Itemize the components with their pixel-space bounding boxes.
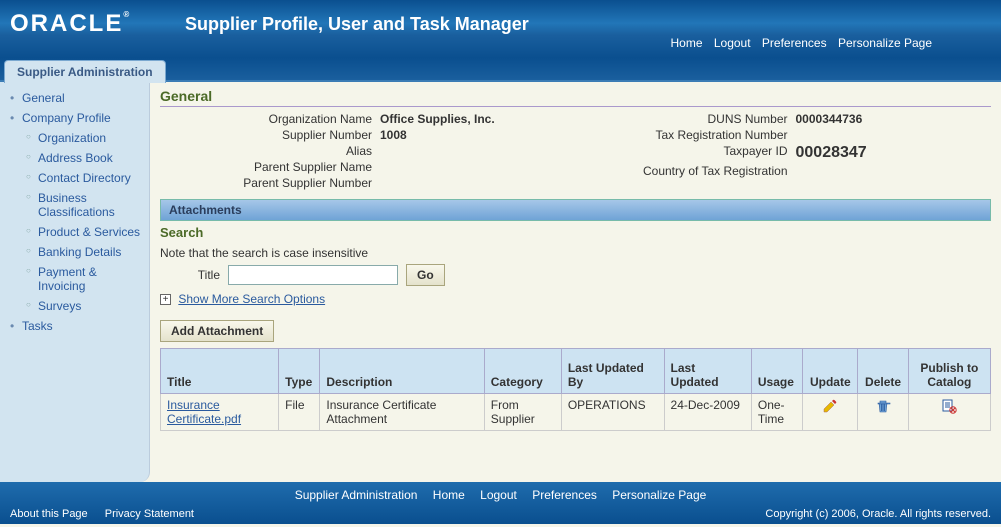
tab-supplier-administration[interactable]: Supplier Administration bbox=[4, 60, 166, 83]
label-parent-supplier-name: Parent Supplier Name bbox=[160, 160, 380, 174]
attachment-category: From Supplier bbox=[484, 394, 561, 431]
global-links: Home Logout Preferences Personalize Page bbox=[666, 36, 936, 50]
link-logout[interactable]: Logout bbox=[714, 36, 751, 50]
footer-link-home[interactable]: Home bbox=[433, 488, 465, 502]
sidebar-item-business-classifications[interactable]: Business Classifications bbox=[38, 191, 115, 219]
label-tax-reg: Tax Registration Number bbox=[576, 128, 796, 142]
sidebar-item-banking-details[interactable]: Banking Details bbox=[38, 245, 121, 259]
sidebar-item-surveys[interactable]: Surveys bbox=[38, 299, 81, 313]
add-attachment-button[interactable]: Add Attachment bbox=[160, 320, 274, 342]
go-button[interactable]: Go bbox=[406, 264, 445, 286]
col-update: Update bbox=[803, 349, 858, 394]
attachment-updated-by: OPERATIONS bbox=[561, 394, 664, 431]
col-type: Type bbox=[279, 349, 320, 394]
main-content: General Organization NameOffice Supplies… bbox=[150, 82, 1001, 482]
col-title: Title bbox=[161, 349, 279, 394]
value-supplier-number: 1008 bbox=[380, 128, 407, 142]
attachment-title-link[interactable]: Insurance Certificate.pdf bbox=[167, 398, 241, 426]
sidebar: General Company Profile Organization Add… bbox=[0, 82, 150, 482]
attachment-type: File bbox=[279, 394, 320, 431]
search-heading: Search bbox=[160, 221, 991, 242]
col-usage: Usage bbox=[751, 349, 802, 394]
app-header: ORACLE® Supplier Profile, User and Task … bbox=[0, 0, 1001, 58]
sidebar-item-company-profile[interactable]: Company Profile bbox=[22, 111, 111, 125]
footer-link-preferences[interactable]: Preferences bbox=[532, 488, 597, 502]
label-alias: Alias bbox=[160, 144, 380, 158]
footer-privacy-link[interactable]: Privacy Statement bbox=[105, 508, 194, 520]
col-last-updated: Last Updated bbox=[664, 349, 751, 394]
label-supplier-number: Supplier Number bbox=[160, 128, 380, 142]
sidebar-item-general[interactable]: General bbox=[22, 91, 65, 105]
show-more-search-options-link[interactable]: Show More Search Options bbox=[178, 292, 325, 306]
value-org-name: Office Supplies, Inc. bbox=[380, 112, 495, 126]
app-title: Supplier Profile, User and Task Manager bbox=[185, 14, 529, 35]
sidebar-item-organization[interactable]: Organization bbox=[38, 131, 106, 145]
attachment-updated: 24-Dec-2009 bbox=[664, 394, 751, 431]
trash-icon[interactable] bbox=[875, 398, 891, 414]
sidebar-item-product-services[interactable]: Product & Services bbox=[38, 225, 140, 239]
pencil-icon[interactable] bbox=[822, 398, 838, 414]
link-personalize[interactable]: Personalize Page bbox=[838, 36, 932, 50]
col-publish: Publish to Catalog bbox=[908, 349, 990, 394]
tab-strip: Supplier Administration bbox=[0, 58, 1001, 82]
oracle-logo: ORACLE® bbox=[10, 10, 131, 38]
label-org-name: Organization Name bbox=[160, 112, 380, 126]
sidebar-item-tasks[interactable]: Tasks bbox=[22, 319, 53, 333]
footer-link-personalize[interactable]: Personalize Page bbox=[612, 488, 706, 502]
label-duns: DUNS Number bbox=[576, 112, 796, 126]
sidebar-item-payment-invoicing[interactable]: Payment & Invoicing bbox=[38, 265, 97, 293]
label-parent-supplier-number: Parent Supplier Number bbox=[160, 176, 380, 190]
search-note: Note that the search is case insensitive bbox=[160, 246, 991, 260]
expand-icon[interactable]: + bbox=[160, 294, 171, 305]
section-title-general: General bbox=[160, 86, 991, 107]
attachment-usage: One-Time bbox=[751, 394, 802, 431]
col-category: Category bbox=[484, 349, 561, 394]
sidebar-item-address-book[interactable]: Address Book bbox=[38, 151, 113, 165]
attachments-table: Title Type Description Category Last Upd… bbox=[160, 348, 991, 431]
value-taxpayer-id: 00028347 bbox=[796, 144, 867, 162]
footer-copyright: Copyright (c) 2006, Oracle. All rights r… bbox=[765, 508, 991, 520]
col-description: Description bbox=[320, 349, 484, 394]
sidebar-item-contact-directory[interactable]: Contact Directory bbox=[38, 171, 131, 185]
label-country-tax: Country of Tax Registration bbox=[576, 164, 796, 178]
footer-link-supplier-admin[interactable]: Supplier Administration bbox=[295, 488, 418, 502]
col-last-updated-by: Last Updated By bbox=[561, 349, 664, 394]
value-duns: 0000344736 bbox=[796, 112, 863, 126]
attachment-description: Insurance Certificate Attachment bbox=[320, 394, 484, 431]
search-title-label: Title bbox=[160, 268, 220, 282]
label-taxpayer-id: Taxpayer ID bbox=[576, 144, 796, 162]
footer-link-logout[interactable]: Logout bbox=[480, 488, 517, 502]
col-delete: Delete bbox=[858, 349, 908, 394]
attachments-header: Attachments bbox=[160, 199, 991, 221]
publish-icon[interactable] bbox=[941, 398, 957, 414]
link-preferences[interactable]: Preferences bbox=[762, 36, 827, 50]
footer: Supplier Administration Home Logout Pref… bbox=[0, 482, 1001, 524]
footer-about-link[interactable]: About this Page bbox=[10, 508, 88, 520]
link-home[interactable]: Home bbox=[670, 36, 702, 50]
table-row: Insurance Certificate.pdf File Insurance… bbox=[161, 394, 991, 431]
search-title-input[interactable] bbox=[228, 265, 398, 285]
